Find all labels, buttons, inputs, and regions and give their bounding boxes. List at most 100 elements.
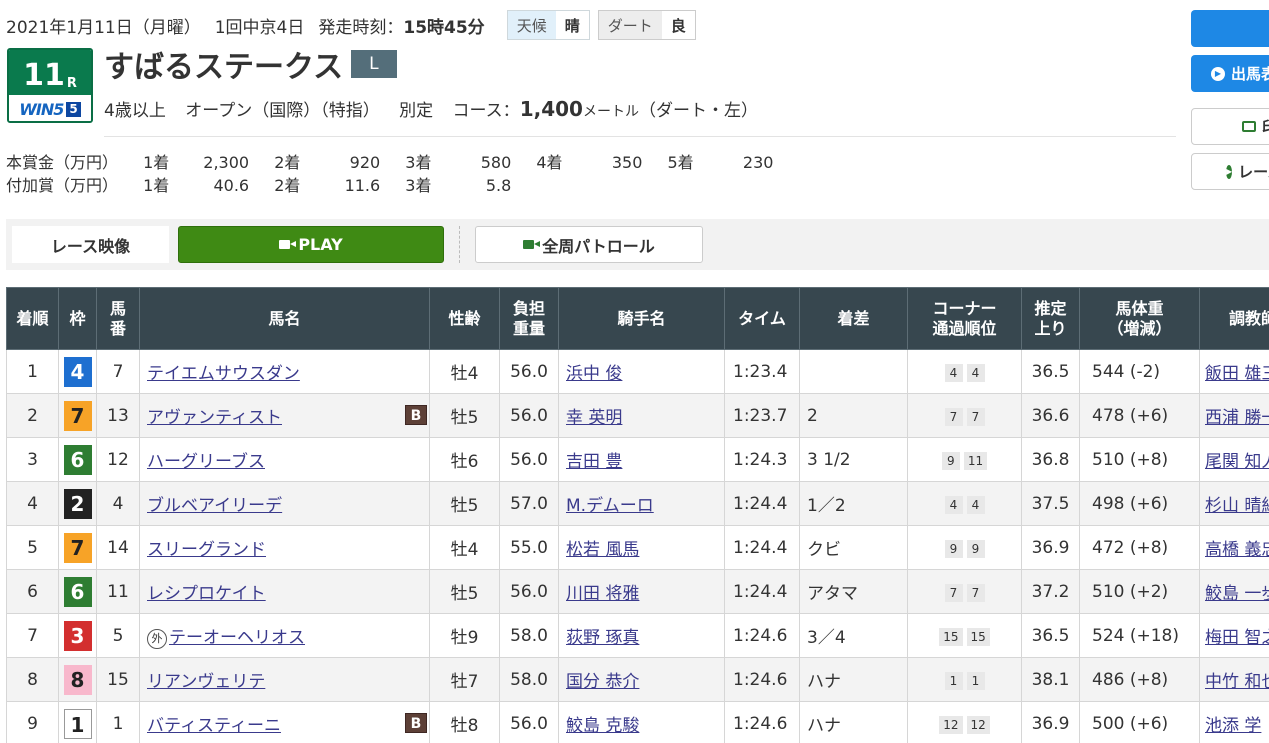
weight-cell: 58.0 — [499, 657, 559, 702]
video-label: レース映像 — [12, 226, 169, 263]
jockey-link[interactable]: 鮫島 克駿 — [566, 716, 639, 736]
extra-prize-line: 付加賞（万円） 1着 40.6 2着 11.6 3着 5.8 — [6, 172, 531, 196]
margin-cell: 3／4 — [799, 613, 908, 658]
horse-name-link[interactable]: スリーグランド — [147, 540, 266, 560]
umaban-cell: 7 — [96, 349, 140, 394]
waku-cell: 1 — [58, 701, 97, 743]
col-umaban: 馬番 — [96, 287, 140, 350]
jockey-link[interactable]: 浜中 俊 — [566, 364, 622, 384]
jockey-link[interactable]: M.デムーロ — [566, 496, 654, 516]
horse-name-link[interactable]: バティスティーニ — [147, 716, 281, 736]
trainer-link[interactable]: 高橋 義忠 — [1205, 540, 1269, 560]
waku-badge: 6 — [63, 576, 92, 607]
waku-badge: 2 — [63, 488, 92, 519]
play-button[interactable]: PLAY — [178, 226, 444, 263]
jockey-link[interactable]: 吉田 豊 — [566, 452, 622, 472]
patrol-video-button[interactable]: 全周パトロール — [475, 226, 703, 263]
horse-cell: アヴァンティスト B — [139, 393, 430, 438]
race-number: 11 — [23, 58, 65, 93]
waku-badge: 1 — [63, 708, 92, 739]
horse-name-link[interactable]: アヴァンティスト — [147, 408, 282, 428]
waku-cell: 3 — [58, 613, 97, 658]
race-meeting: 1回中京4日 — [214, 17, 305, 38]
print-button[interactable]: 印 — [1191, 108, 1269, 145]
col-body-line2: （増減） — [1107, 318, 1172, 338]
trainer-link[interactable]: 西浦 勝一 — [1205, 408, 1269, 428]
prize-pos: 3着 — [405, 176, 432, 195]
corner-pos: 15 — [939, 627, 963, 646]
body-weight-cell: 544 (-2) — [1079, 349, 1200, 394]
rank-cell: 9 — [6, 701, 59, 743]
jockey-link[interactable]: 松若 風馬 — [566, 540, 639, 560]
corner-cell: 99 — [907, 525, 1022, 570]
umaban-cell: 1 — [96, 701, 140, 743]
race-name: すばるステークス — [104, 50, 344, 85]
horse-cell: リアンヴェリテ — [139, 657, 430, 702]
col-sexage: 性齢 — [429, 287, 500, 350]
corner-pos: 4 — [966, 363, 985, 382]
side-button-top[interactable] — [1191, 10, 1269, 47]
grade-badge: L — [351, 50, 397, 78]
body-weight-cell: 510 (+2) — [1079, 569, 1200, 614]
weather-value: 晴 — [555, 11, 589, 39]
weather-box: 天候 晴 — [506, 10, 590, 40]
table-row: 8 8 15 リアンヴェリテ 牡7 58.0 国分 恭介 1:24.6 ハナ 1 1 38.1 486 … — [6, 657, 1269, 702]
horse-name-link[interactable]: リアンヴェリテ — [147, 672, 265, 692]
margin-cell: ハナ — [799, 701, 908, 743]
sexage-cell: 牡4 — [429, 349, 500, 394]
trainer-link[interactable]: 尾関 知人 — [1205, 452, 1269, 472]
waku-cell: 7 — [58, 393, 97, 438]
body-weight-cell: 472 (+8) — [1079, 525, 1200, 570]
trainer-link[interactable]: 飯田 雄三 — [1205, 364, 1269, 384]
prize-value: 230 — [742, 153, 774, 172]
trainer-link[interactable]: 鮫島 一歩 — [1205, 584, 1269, 604]
horse-name-link[interactable]: ブルベアイリーデ — [147, 496, 282, 516]
horse-name-link[interactable]: テイエムサウスダン — [147, 364, 300, 384]
jockey-link[interactable]: 荻野 琢真 — [566, 628, 639, 648]
trainer-link[interactable]: 梅田 智之 — [1205, 628, 1269, 648]
corner-cell: 15 15 — [907, 613, 1022, 658]
prize-pos: 1着 — [143, 176, 170, 195]
jockey-link[interactable]: 国分 恭介 — [566, 672, 639, 692]
waku-badge: 8 — [63, 664, 92, 695]
col-last3f-line1: 推定 — [1034, 299, 1067, 319]
sexage-cell: 牡5 — [429, 393, 500, 438]
trainer-link[interactable]: 杉山 晴紀 — [1205, 496, 1269, 516]
table-row: 9 1 1 バティスティーニ B 牡8 56.0 鮫島 克駿 1:24.6 ハナ 12 12 36.9 5… — [6, 701, 1269, 743]
trainer-link[interactable]: 中竹 和也 — [1205, 672, 1269, 692]
body-weight-cell: 498 (+6) — [1079, 481, 1200, 526]
trainer-cell: 鮫島 一歩 — [1199, 569, 1269, 614]
horse-name-link[interactable]: ハーグリーブス — [147, 452, 265, 472]
horse-name-link[interactable]: テーオーヘリオス — [169, 628, 305, 648]
jockey-cell: 浜中 俊 — [558, 349, 725, 394]
jockey-link[interactable]: 川田 将雅 — [566, 584, 639, 604]
horse-cell: 外テーオーヘリオス — [139, 613, 430, 658]
weather-label: 天候 — [507, 11, 556, 39]
col-last3f: 推定 上り — [1021, 287, 1080, 350]
trainer-cell: 中竹 和也 — [1199, 657, 1269, 702]
margin-cell: ハナ — [799, 657, 908, 702]
weight-cell: 57.0 — [499, 481, 559, 526]
trainer-link[interactable]: 池添 学 — [1205, 716, 1261, 736]
jockey-cell: 荻野 琢真 — [558, 613, 725, 658]
track-condition: 良 — [661, 11, 695, 39]
umaban-cell: 4 — [96, 481, 140, 526]
table-row: 1 4 7 テイエムサウスダン 牡4 56.0 浜中 俊 1:23.4 4 4 36.5 544 (-… — [6, 349, 1269, 394]
race-link-button[interactable]: ▶ レース — [1191, 153, 1269, 190]
sexage-cell: 牡6 — [429, 437, 500, 482]
main-prize-label: 本賞金（万円） — [6, 153, 119, 172]
entry-table-button[interactable]: ▶ 出馬表 — [1191, 55, 1269, 92]
prize-value: 580 — [480, 153, 512, 172]
horse-name-link[interactable]: レシプロケイト — [147, 584, 266, 604]
jockey-link[interactable]: 幸 英明 — [566, 408, 622, 428]
margin-cell: 3 1/2 — [799, 437, 908, 482]
umaban-cell: 11 — [96, 569, 140, 614]
col-time: タイム — [724, 287, 800, 350]
waku-cell: 6 — [58, 437, 97, 482]
printer-icon — [1242, 121, 1256, 132]
waku-cell: 7 — [58, 525, 97, 570]
body-weight-cell: 524 (+18) — [1079, 613, 1200, 658]
col-corner-line1: コーナー — [932, 299, 997, 319]
course-surface: （ダート・左） — [638, 101, 758, 121]
play-label: PLAY — [298, 235, 343, 254]
